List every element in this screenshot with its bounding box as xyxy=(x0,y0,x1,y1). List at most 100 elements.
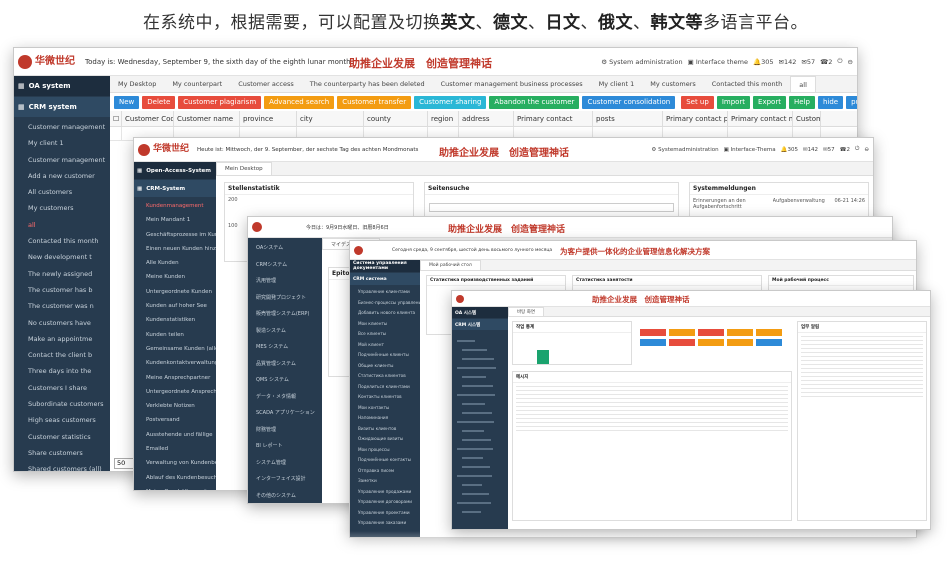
sidebar-item[interactable]: Add a new customer xyxy=(14,168,110,184)
tab[interactable]: Customer access xyxy=(230,76,302,92)
sidebar-item[interactable]: Meine Geschäftsvorgänge xyxy=(134,485,216,490)
sidebar-item[interactable] xyxy=(462,439,491,441)
mail-icon[interactable]: ✉57 xyxy=(823,147,835,153)
sidebar-item[interactable]: データ・メタ情報 xyxy=(248,389,322,406)
tab[interactable]: Customer management business processes xyxy=(433,76,591,92)
sidebar-item[interactable]: My client 1 xyxy=(14,135,110,151)
toolbar-button[interactable]: New xyxy=(114,95,140,109)
sidebar-item[interactable]: all xyxy=(14,217,110,233)
sidebar-item[interactable]: Meine Kunden xyxy=(134,270,216,284)
sidebar-item[interactable]: 汎用管理 xyxy=(248,273,322,290)
sidebar-item[interactable] xyxy=(457,448,493,450)
sidebar-item[interactable] xyxy=(457,340,475,342)
sidebar-item[interactable]: Отправка писем xyxy=(350,466,420,477)
tab[interactable]: My counterpart xyxy=(164,76,230,92)
quick-button[interactable] xyxy=(727,339,753,346)
toolbar-button[interactable]: Help xyxy=(788,95,815,109)
sidebar-item[interactable]: Kundenstatistiken xyxy=(134,313,216,327)
sidebar-item[interactable] xyxy=(462,403,485,405)
sidebar-item[interactable]: Kundenkontaktverwaltung xyxy=(134,356,216,370)
system-admin-link[interactable]: ⚙ System administration xyxy=(601,58,682,66)
quick-button[interactable] xyxy=(756,329,782,336)
sidebar-item[interactable] xyxy=(462,358,494,360)
toolbar-button[interactable]: hide xyxy=(817,95,844,109)
sidebar-item[interactable] xyxy=(462,484,482,486)
toolbar-button[interactable]: Abandon the customer xyxy=(489,95,580,109)
sidebar-item[interactable]: Customer management xyxy=(14,152,110,168)
sidebar-item[interactable]: Напоминания xyxy=(350,413,420,424)
column-header[interactable]: address xyxy=(459,111,514,126)
sidebar-head-crm[interactable]: ▦ CRM system xyxy=(14,97,110,117)
quick-button[interactable] xyxy=(669,329,695,336)
quick-button[interactable] xyxy=(640,339,666,346)
close-icon[interactable]: ⊖ xyxy=(864,147,869,153)
sidebar-item[interactable]: Kundenmanagement xyxy=(134,199,216,213)
quick-button[interactable] xyxy=(727,329,753,336)
column-header[interactable]: Primary contact xyxy=(514,111,593,126)
sidebar-item[interactable]: Gemeinsame Kunden (alle) xyxy=(134,342,216,356)
sidebar-item[interactable]: SCADA アプリケーション xyxy=(248,405,322,422)
sidebar-item[interactable]: Share customers xyxy=(14,445,110,461)
power-icon[interactable]: ⏻ xyxy=(855,146,859,153)
sidebar-item[interactable]: CRMシステム xyxy=(248,257,322,274)
sidebar-item[interactable]: 品質管理システム xyxy=(248,356,322,373)
sidebar-item[interactable] xyxy=(457,475,492,477)
theme-link[interactable]: ▣ Interface-Thema xyxy=(724,147,776,153)
sidebar-item[interactable]: Postversand xyxy=(134,413,216,427)
column-header[interactable]: Customer name xyxy=(174,111,240,126)
sidebar-head-oa[interactable]: OA 시스템 xyxy=(452,307,508,318)
sidebar-item[interactable] xyxy=(462,430,484,432)
column-header[interactable]: posts xyxy=(593,111,663,126)
sidebar-item[interactable]: All customers xyxy=(14,184,110,200)
sidebar-item[interactable]: Customer statistics xyxy=(14,429,110,445)
column-header[interactable]: city xyxy=(297,111,364,126)
toolbar-button[interactable]: Set up xyxy=(681,95,714,109)
system-admin-link[interactable]: ⚙ Systemadministration xyxy=(651,147,718,153)
chat-icon[interactable]: ☎2 xyxy=(840,147,850,153)
quick-button[interactable] xyxy=(698,339,724,346)
toolbar-button[interactable]: Customer plagiarism xyxy=(178,95,262,109)
tab[interactable]: My Desktop xyxy=(110,76,164,92)
sidebar-item[interactable]: Контакты клиентов xyxy=(350,392,420,403)
sidebar-item[interactable]: 販売管理システム(ERP) xyxy=(248,306,322,323)
sidebar-head-crm[interactable]: ▦ CRM-System xyxy=(134,180,216,197)
sidebar-item[interactable]: Управление проектами xyxy=(350,508,420,519)
page-search-input[interactable] xyxy=(429,203,674,212)
quick-button[interactable] xyxy=(640,329,666,336)
sidebar-item[interactable] xyxy=(462,493,489,495)
sidebar-item[interactable]: Мои процессы xyxy=(350,445,420,456)
tab[interactable]: The counterparty has been deleted xyxy=(302,76,433,92)
sidebar-item[interactable]: Untergeordnete Kunden xyxy=(134,285,216,299)
sidebar-item[interactable]: Customer management xyxy=(14,119,110,135)
sidebar-item[interactable]: その他のシステム xyxy=(248,488,322,504)
sidebar-head-oa[interactable]: ▦ Open-Access-System xyxy=(134,162,216,179)
toolbar-button[interactable]: Customer sharing xyxy=(414,95,487,109)
close-icon[interactable]: ⊖ xyxy=(848,58,853,66)
sidebar-item[interactable]: Contacted this month xyxy=(14,233,110,249)
sidebar-item[interactable]: Мои контакты xyxy=(350,403,420,414)
sidebar-item[interactable]: BI レポート xyxy=(248,438,322,455)
sidebar-item[interactable]: Мои клиенты xyxy=(350,319,420,330)
sidebar-item[interactable]: Verwaltung von Kundenbe xyxy=(134,456,216,470)
tab[interactable]: My client 1 xyxy=(591,76,643,92)
tab-desktop[interactable]: 바탕 화면 xyxy=(508,307,544,316)
tab[interactable]: My customers xyxy=(642,76,704,92)
sidebar-item[interactable]: The customer was n xyxy=(14,298,110,314)
sidebar-item[interactable]: Make an appointme xyxy=(14,331,110,347)
sidebar-item[interactable]: Einen neuen Kunden hinzu xyxy=(134,242,216,256)
sidebar-item[interactable]: Three days into the xyxy=(14,363,110,379)
sidebar-item[interactable]: Общие клиенты xyxy=(350,361,420,372)
sidebar-item[interactable]: My customers xyxy=(14,200,110,216)
toolbar-button[interactable]: Customer consolidation xyxy=(582,95,676,109)
sidebar-item[interactable]: Управление продажами xyxy=(350,487,420,498)
column-header[interactable]: Customer Code xyxy=(122,111,174,126)
message-icon[interactable]: ✉142 xyxy=(803,147,818,153)
sidebar-item[interactable]: Untergeordnete Ansprechpartner xyxy=(134,385,216,399)
sidebar-item[interactable]: Управление клиентами xyxy=(350,287,420,298)
sidebar-item[interactable]: Alle Kunden xyxy=(134,256,216,270)
sidebar-item[interactable]: Ожидающие визиты xyxy=(350,434,420,445)
sidebar-item[interactable] xyxy=(462,466,490,468)
sidebar-item[interactable] xyxy=(457,502,491,504)
sidebar-head-crm[interactable]: CRM 시스템 xyxy=(452,319,508,330)
sidebar-item[interactable]: Все клиенты xyxy=(350,329,420,340)
